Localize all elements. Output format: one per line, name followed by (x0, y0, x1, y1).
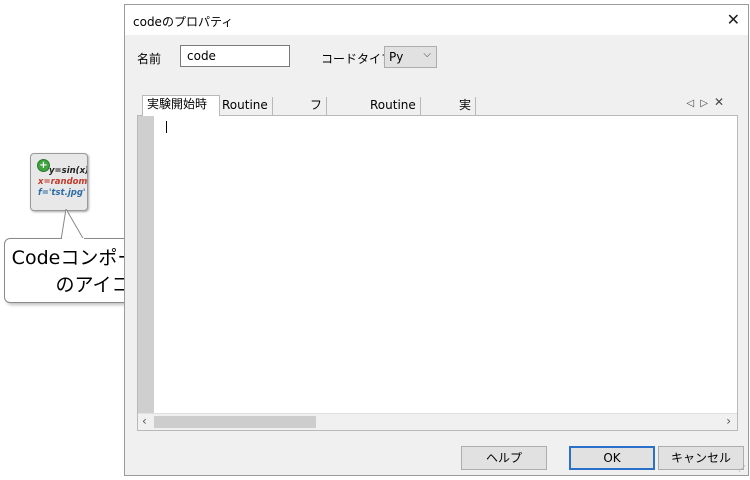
close-icon[interactable]: ✕ (727, 10, 740, 29)
dialog-title: codeのプロパティ (133, 15, 234, 29)
text-caret (166, 121, 167, 133)
line-number-gutter (138, 116, 154, 416)
tab-close-icon[interactable]: ✕ (714, 95, 730, 109)
name-label: 名前 (137, 52, 162, 66)
tab-end-experiment[interactable]: 実験終了時 (455, 97, 477, 180)
tab-controls: ◁▷✕ (687, 95, 730, 109)
icon-text-line-3: f='tst.jpg' (38, 188, 86, 198)
code-type-select[interactable]: Py ⌵ (384, 46, 437, 68)
code-type-value: Py (389, 50, 404, 64)
code-type-label: コードタイプ (321, 52, 394, 66)
chevron-down-icon: ⌵ (423, 49, 431, 60)
tab-each-frame[interactable]: フレーム毎 (306, 97, 328, 180)
tab-begin-experiment[interactable]: 実験開始時 (142, 95, 220, 116)
ok-button[interactable]: OK (569, 446, 655, 470)
callout-pointer (60, 209, 85, 241)
callout-join (62, 238, 84, 240)
code-editor[interactable]: ‹ › (137, 115, 738, 431)
properties-dialog: codeのプロパティ ✕ 名前 コードタイプ Py ⌵ 実験開始時 Routin… (124, 4, 749, 476)
scroll-left-icon[interactable]: ‹ (142, 414, 147, 428)
name-field[interactable] (180, 45, 290, 67)
resize-grip-icon[interactable]: ⋰ (738, 464, 746, 473)
tab-begin-routine[interactable]: Routine開始時 (218, 97, 273, 129)
help-button[interactable]: ヘルプ (461, 446, 547, 470)
icon-text-line-1: y=sin(x) (49, 166, 88, 176)
horizontal-scrollbar[interactable]: ‹ › (138, 413, 737, 430)
tab-right-arrow-icon[interactable]: ▷ (700, 98, 714, 109)
tab-left-arrow-icon[interactable]: ◁ (687, 98, 701, 109)
scroll-right-icon[interactable]: › (726, 414, 731, 428)
icon-text-line-2: x=random(, (38, 177, 88, 187)
scrollbar-thumb[interactable] (154, 416, 316, 428)
code-component-icon: + y=sin(x) x=random(, f='tst.jpg' (30, 153, 88, 211)
tab-end-routine[interactable]: Routine終了時 (366, 97, 421, 129)
cancel-button[interactable]: キャンセル (658, 446, 744, 470)
title-bar: codeのプロパティ ✕ (125, 5, 748, 35)
